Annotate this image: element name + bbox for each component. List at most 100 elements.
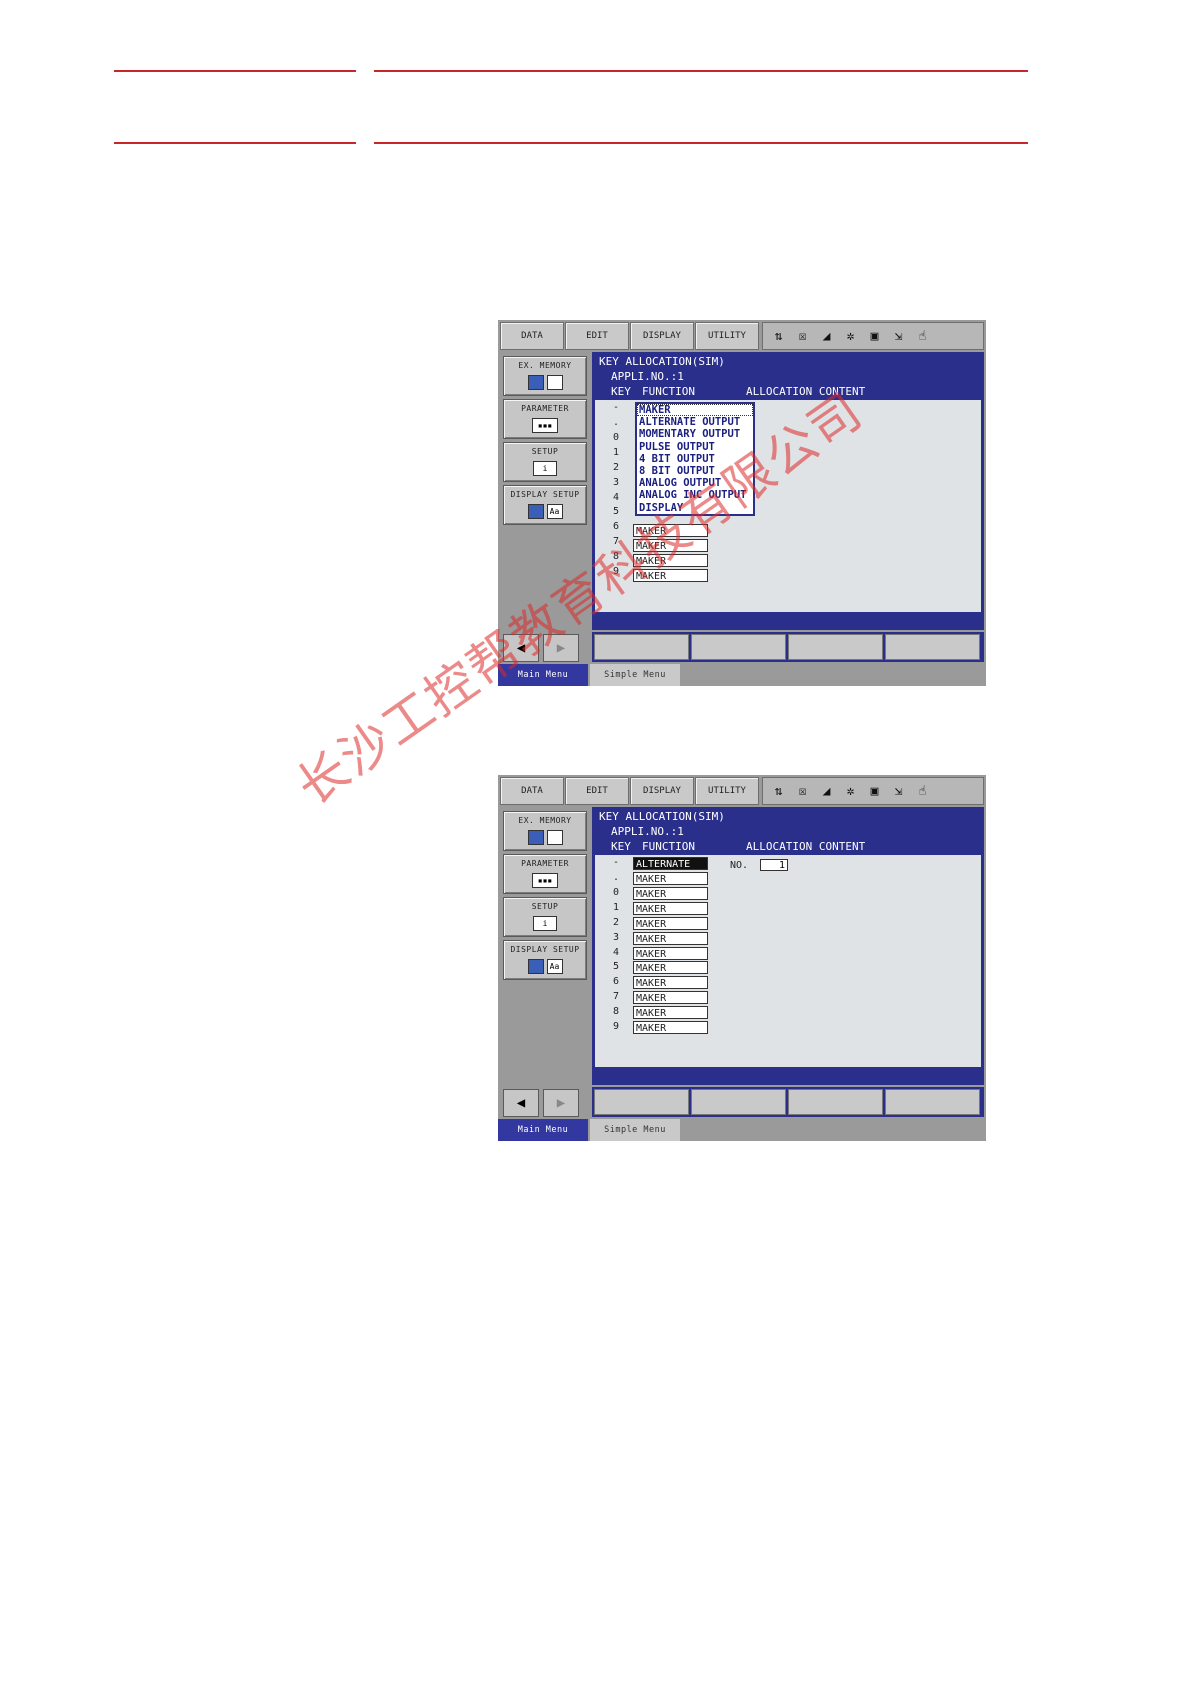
page-title: KEY ALLOCATION(SIM) bbox=[599, 355, 725, 368]
play-mode-icon[interactable]: ◢ bbox=[817, 782, 836, 801]
display-setup-button[interactable]: DISPLAY SETUP Aa bbox=[503, 940, 587, 980]
col-function: FUNCTION bbox=[642, 385, 695, 398]
memory-slot-icon bbox=[546, 830, 563, 845]
function-cell[interactable]: MAKER bbox=[633, 932, 708, 945]
header-rule-left-bottom bbox=[114, 142, 356, 144]
simple-menu-button[interactable]: Simple Menu bbox=[590, 664, 680, 686]
col-allocation: ALLOCATION CONTENT bbox=[746, 840, 866, 853]
next-page-icon[interactable]: ▶ bbox=[543, 1089, 579, 1117]
function-cell[interactable]: MAKER bbox=[633, 961, 708, 974]
status-icon-bar: ⇅ ☒ ◢ ✲ ▣ ⇲ ☝ bbox=[762, 322, 984, 350]
dropdown-option[interactable]: MAKER bbox=[637, 404, 753, 417]
ex-memory-button[interactable]: EX. MEMORY bbox=[503, 811, 587, 851]
softkey-3[interactable] bbox=[788, 1089, 883, 1115]
softkey-2[interactable] bbox=[691, 1089, 786, 1115]
softkey-3[interactable] bbox=[788, 634, 883, 660]
parameter-icon: ▪▪▪ bbox=[532, 873, 558, 888]
simple-menu-button[interactable]: Simple Menu bbox=[590, 1119, 680, 1141]
softkey-1[interactable] bbox=[594, 634, 689, 660]
function-cell-selected[interactable]: ALTERNATE bbox=[633, 857, 708, 870]
key-label: 5 bbox=[612, 961, 620, 972]
edit-lock-icon[interactable]: ☒ bbox=[793, 327, 812, 346]
step-icon[interactable]: ⇲ bbox=[889, 782, 908, 801]
step-icon[interactable]: ⇲ bbox=[889, 327, 908, 346]
allocation-no-input[interactable]: 1 bbox=[760, 859, 788, 871]
softkey-bar bbox=[592, 1087, 984, 1117]
edit-lock-icon[interactable]: ☒ bbox=[793, 782, 812, 801]
key-label: 1 bbox=[612, 447, 620, 458]
softkey-4[interactable] bbox=[885, 634, 980, 660]
display-setup-label: DISPLAY SETUP bbox=[510, 490, 580, 499]
softkey-bar bbox=[592, 632, 984, 662]
key-label: . bbox=[612, 417, 620, 428]
tab-edit[interactable]: EDIT bbox=[565, 777, 629, 805]
font-aa-icon: Aa bbox=[546, 504, 563, 519]
tab-utility[interactable]: UTILITY bbox=[695, 322, 759, 350]
ex-memory-label: EX. MEMORY bbox=[518, 361, 572, 370]
menu-bar: Main Menu Simple Menu bbox=[498, 664, 986, 686]
key-label: . bbox=[612, 872, 620, 883]
tab-display[interactable]: DISPLAY bbox=[630, 777, 694, 805]
memory-card-icon bbox=[527, 375, 544, 390]
setup-button[interactable]: SETUP i bbox=[503, 897, 587, 937]
dropdown-option[interactable]: MOMENTARY OUTPUT bbox=[637, 428, 753, 440]
parameter-button[interactable]: PARAMETER ▪▪▪ bbox=[503, 854, 587, 894]
tab-utility[interactable]: UTILITY bbox=[695, 777, 759, 805]
play-mode-icon[interactable]: ◢ bbox=[817, 327, 836, 346]
parameter-icon: ▪▪▪ bbox=[532, 418, 558, 433]
allocation-no-label: NO. bbox=[730, 860, 749, 871]
parameter-label: PARAMETER bbox=[521, 859, 569, 868]
softkey-4[interactable] bbox=[885, 1089, 980, 1115]
function-cell[interactable]: MAKER bbox=[633, 887, 708, 900]
tab-data[interactable]: DATA bbox=[500, 777, 564, 805]
function-cell[interactable]: MAKER bbox=[633, 991, 708, 1004]
header-rule-left-top bbox=[114, 70, 356, 72]
tab-display[interactable]: DISPLAY bbox=[630, 322, 694, 350]
parameter-label: PARAMETER bbox=[521, 404, 569, 413]
hand-icon[interactable]: ☝ bbox=[913, 782, 932, 801]
key-label: 5 bbox=[612, 506, 620, 517]
softkey-2[interactable] bbox=[691, 634, 786, 660]
display-setup-label: DISPLAY SETUP bbox=[510, 945, 580, 954]
function-cell[interactable]: MAKER bbox=[633, 917, 708, 930]
function-cell[interactable]: MAKER bbox=[633, 902, 708, 915]
main-menu-button[interactable]: Main Menu bbox=[498, 1119, 588, 1141]
memory-card-icon bbox=[527, 830, 544, 845]
display-setup-button[interactable]: DISPLAY SETUP Aa bbox=[503, 485, 587, 525]
dropdown-option[interactable]: ALTERNATE OUTPUT bbox=[637, 416, 753, 428]
function-cell[interactable]: MAKER bbox=[633, 1006, 708, 1019]
softkey-1[interactable] bbox=[594, 1089, 689, 1115]
prev-page-icon[interactable]: ◀ bbox=[503, 1089, 539, 1117]
setup-icon: i bbox=[533, 461, 557, 476]
cycle-icon[interactable]: ▣ bbox=[865, 327, 884, 346]
tool-icon[interactable]: ✲ bbox=[841, 327, 860, 346]
function-cell[interactable]: MAKER bbox=[633, 947, 708, 960]
function-cell[interactable]: MAKER bbox=[633, 872, 708, 885]
key-label: 9 bbox=[612, 1021, 620, 1032]
tool-icon[interactable]: ✲ bbox=[841, 782, 860, 801]
pendant-screen-2: DATA EDIT DISPLAY UTILITY ⇅ ☒ ◢ ✲ ▣ ⇲ ☝ … bbox=[498, 775, 986, 1141]
setup-button[interactable]: SETUP i bbox=[503, 442, 587, 482]
function-cell[interactable]: MAKER bbox=[633, 1021, 708, 1034]
page-arrows: ◀ ▶ bbox=[503, 1089, 585, 1117]
coordinate-icon[interactable]: ⇅ bbox=[769, 782, 788, 801]
display-setup-icon bbox=[527, 959, 544, 974]
tab-edit[interactable]: EDIT bbox=[565, 322, 629, 350]
key-label: - bbox=[612, 402, 620, 413]
key-label: 2 bbox=[612, 917, 620, 928]
key-label: - bbox=[612, 857, 620, 868]
hand-icon[interactable]: ☝ bbox=[913, 327, 932, 346]
cycle-icon[interactable]: ▣ bbox=[865, 782, 884, 801]
function-cell[interactable]: MAKER bbox=[633, 976, 708, 989]
tab-data[interactable]: DATA bbox=[500, 322, 564, 350]
top-tabs: DATA EDIT DISPLAY UTILITY bbox=[498, 320, 760, 352]
appli-number: APPLI.NO.:1 bbox=[611, 825, 684, 838]
coordinate-icon[interactable]: ⇅ bbox=[769, 327, 788, 346]
parameter-button[interactable]: PARAMETER ▪▪▪ bbox=[503, 399, 587, 439]
page-title: KEY ALLOCATION(SIM) bbox=[599, 810, 725, 823]
setup-icon: i bbox=[533, 916, 557, 931]
ex-memory-button[interactable]: EX. MEMORY bbox=[503, 356, 587, 396]
setup-label: SETUP bbox=[531, 902, 559, 911]
key-label: 6 bbox=[612, 976, 620, 987]
key-label: 7 bbox=[612, 991, 620, 1002]
